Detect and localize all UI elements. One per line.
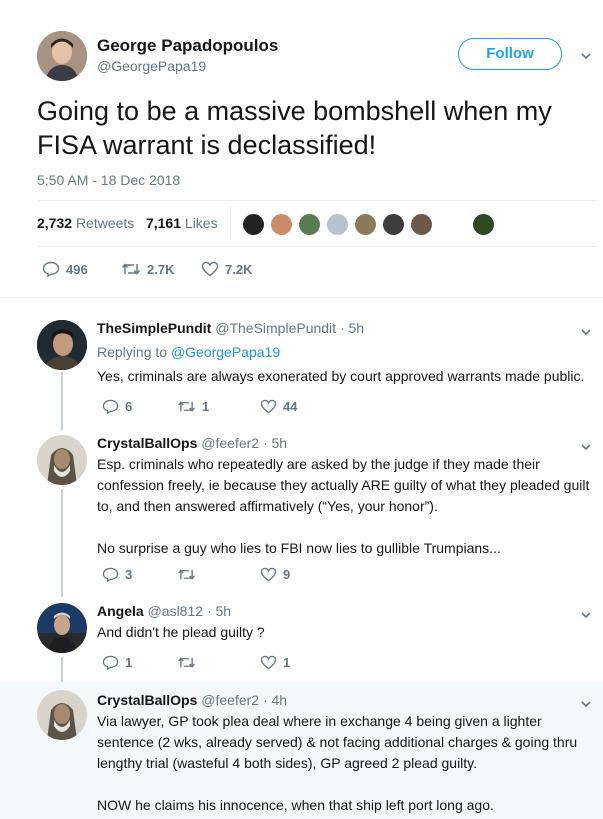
reply-action[interactable]: 496: [42, 261, 88, 277]
reply-text-line: lengthy trial (wasteful 4 both sides), G…: [97, 755, 478, 771]
tweet-timestamp[interactable]: 5:50 AM - 18 Dec 2018: [37, 172, 180, 188]
reply-header: CrystalBallOps @feefer2 · 4h: [97, 692, 287, 708]
reply-avatar[interactable]: [37, 435, 87, 485]
chevron-down-icon[interactable]: [580, 325, 592, 343]
reply-action[interactable]: 1: [102, 655, 132, 670]
liker-avatar[interactable]: [271, 214, 292, 235]
retweet-count: 2.7K: [147, 261, 175, 277]
likes-stat[interactable]: 7,161 Likes: [146, 215, 218, 231]
liker-avatar[interactable]: [243, 214, 264, 235]
likes-count: 7,161: [145, 215, 182, 231]
reply-icon: [102, 655, 119, 670]
author-handle[interactable]: @GeorgePapa19: [97, 58, 206, 74]
liker-avatar[interactable]: [299, 214, 320, 235]
chevron-down-icon[interactable]: [580, 608, 592, 626]
retweet-action[interactable]: 2.7K: [121, 261, 174, 277]
thread-connector: [61, 372, 63, 430]
reply-author-name[interactable]: CrystalBallOps: [97, 435, 197, 451]
like-action[interactable]: 1: [260, 655, 290, 670]
divider: [37, 200, 597, 201]
tweet-text: Going to be a massive bombshell when my …: [37, 96, 552, 160]
heart-icon: [260, 399, 277, 414]
liker-avatar[interactable]: [327, 214, 348, 235]
reply-time[interactable]: · 5h: [263, 435, 287, 451]
reply-time[interactable]: · 4h: [263, 692, 287, 708]
heart-icon: [260, 567, 277, 582]
reply-count: 1: [125, 655, 133, 670]
reply-header: Angela @asl812 · 5h: [97, 603, 231, 619]
reply-avatar[interactable]: [37, 320, 87, 370]
like-count: 9: [283, 567, 291, 582]
reply-count: 6: [125, 399, 133, 414]
heart-icon: [260, 655, 277, 670]
replying-to-handle[interactable]: @GeorgePapa19: [171, 344, 280, 360]
retweet-label: Retweets: [75, 215, 135, 231]
reply-action[interactable]: 6: [102, 399, 132, 414]
reply-text-line: Esp. criminals who repeatedly are asked …: [97, 456, 540, 472]
reply-text: And didn't he plead guilty ?: [97, 624, 265, 640]
reply-action[interactable]: 3: [102, 567, 132, 582]
reply-header: CrystalBallOps @feefer2 · 5h: [97, 435, 287, 451]
retweet-icon: [178, 657, 195, 668]
reply-header: TheSimplePundit @TheSimplePundit · 5h: [97, 320, 364, 336]
replying-to-label: Replying to: [97, 344, 168, 360]
reply-avatar[interactable]: [37, 603, 87, 653]
heart-icon: [201, 261, 219, 277]
reply-text-line: Via lawyer, GP took plea deal where in e…: [97, 713, 542, 729]
retweet-action[interactable]: [177, 655, 202, 670]
reply-author-handle[interactable]: @feefer2: [201, 435, 259, 451]
divider: [230, 207, 231, 239]
liker-avatar[interactable]: [355, 214, 376, 235]
retweet-count: 2,732: [37, 215, 73, 231]
reply-author-name[interactable]: TheSimplePundit: [97, 320, 211, 336]
liker-avatar[interactable]: [383, 214, 404, 235]
likes-label: Likes: [184, 215, 218, 231]
divider: [37, 246, 597, 247]
liker-avatar[interactable]: [473, 214, 494, 235]
reply-text-line: sentence (2 wks, already served) & not f…: [97, 734, 578, 750]
like-action[interactable]: 9: [260, 567, 290, 582]
reply-count: 3: [125, 567, 133, 582]
retweet-icon: [178, 569, 195, 580]
reply-author-name[interactable]: CrystalBallOps: [97, 692, 197, 708]
reply-author-handle[interactable]: @asl812: [148, 603, 203, 619]
thread-connector: [61, 489, 63, 597]
like-count: 1: [283, 655, 291, 670]
like-count: 7.2K: [225, 261, 253, 277]
reply-text: Yes, criminals are always exonerated by …: [97, 368, 585, 384]
reply-author-handle[interactable]: @feefer2: [201, 692, 259, 708]
like-count: 44: [283, 399, 298, 414]
retweet-icon: [178, 401, 195, 412]
reply-avatar[interactable]: [37, 690, 87, 740]
tweet-stats: 2,732 Retweets 7,161 Likes: [37, 215, 218, 231]
reply-time[interactable]: · 5h: [207, 603, 231, 619]
author-avatar[interactable]: [37, 31, 87, 81]
reply-text-line: No surprise a guy who lies to FBI now li…: [97, 540, 501, 556]
tweet-menu-chevron-icon[interactable]: [580, 49, 592, 67]
like-action[interactable]: 7.2K: [201, 261, 252, 277]
divider: [0, 297, 603, 298]
reply-count: 496: [66, 261, 88, 277]
replying-to: Replying to @GeorgePapa19: [97, 344, 280, 360]
reply-text: Esp. criminals who repeatedly are asked …: [97, 454, 602, 559]
follow-button[interactable]: Follow: [458, 38, 562, 70]
retweet-count: 1: [202, 399, 210, 414]
author-name[interactable]: George Papadopoulos: [97, 36, 278, 56]
reply-time[interactable]: · 5h: [340, 320, 364, 336]
reply-icon: [42, 261, 60, 277]
reply-icon: [102, 399, 119, 414]
like-action[interactable]: 44: [260, 399, 297, 414]
retweet-action[interactable]: 1: [177, 399, 209, 414]
reply-text: Via lawyer, GP took plea deal where in e…: [97, 711, 602, 816]
liker-avatar[interactable]: [411, 214, 432, 235]
reply-text-line: to, and then answered affirmatively (“Ye…: [97, 498, 438, 514]
retweet-stat[interactable]: 2,732 Retweets: [37, 215, 134, 231]
retweet-action[interactable]: [177, 567, 202, 582]
retweet-icon: [121, 263, 141, 275]
reply-text-line: NOW he claims his innocence, when that s…: [97, 797, 494, 813]
reply-author-handle[interactable]: @TheSimplePundit: [215, 320, 336, 336]
reply-text-line: confession freely, ie because they actua…: [97, 477, 590, 493]
reply-author-name[interactable]: Angela: [97, 603, 144, 619]
reply-icon: [102, 567, 119, 582]
